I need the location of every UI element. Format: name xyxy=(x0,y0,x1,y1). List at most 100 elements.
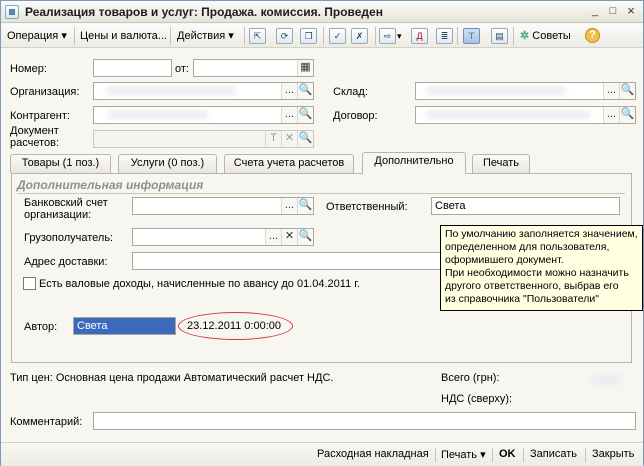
toolbar-separator xyxy=(457,27,458,45)
invoice-button[interactable]: Расходная накладная xyxy=(317,448,429,460)
organization-label: Организация: xyxy=(10,86,80,98)
tooltip-line: По умолчанию заполняется значением, xyxy=(445,228,638,240)
bank-account-field[interactable]: ... 🔍 xyxy=(132,197,314,215)
toolbar-separator xyxy=(244,27,245,45)
calendar-icon[interactable]: ▦ xyxy=(297,60,313,76)
select-button[interactable]: ... xyxy=(281,83,297,99)
date-field[interactable]: ▦ xyxy=(193,59,314,77)
text-type-icon[interactable]: T xyxy=(265,131,281,147)
bank-account-label: Банковский счет xyxy=(24,197,108,209)
search-icon[interactable]: 🔍 xyxy=(297,229,313,245)
clear-icon[interactable]: ✕ xyxy=(281,131,297,147)
actions-menu[interactable]: Действия ▾ xyxy=(177,28,234,44)
consignee-field[interactable]: ... ✕ 🔍 xyxy=(132,228,314,246)
comment-label: Комментарий: xyxy=(10,416,83,428)
refresh-icon[interactable]: ⟳ xyxy=(276,28,293,44)
chevron-down-icon: ▾ xyxy=(228,30,234,42)
contractor-field[interactable]: ... 🔍 xyxy=(93,106,314,124)
toolbar-separator xyxy=(170,27,171,45)
chevron-down-icon[interactable]: ▾ xyxy=(397,28,402,44)
tab-additional[interactable]: Дополнительно xyxy=(362,152,466,174)
based-on-icon[interactable]: ⇨ xyxy=(379,28,396,44)
select-button[interactable]: ... xyxy=(603,83,619,99)
payment-document-field[interactable]: T ✕ 🔍 xyxy=(93,130,314,148)
consignee-label: Грузополучатель: xyxy=(24,232,114,244)
number-field[interactable] xyxy=(93,59,172,77)
clear-icon[interactable]: ✕ xyxy=(281,229,297,245)
author-field[interactable]: Света xyxy=(73,317,176,335)
search-icon[interactable]: 🔍 xyxy=(619,107,635,123)
tooltip-line: определенном для пользователя, xyxy=(445,241,610,253)
tab-goods[interactable]: Товары (1 поз.) xyxy=(10,154,111,173)
dt-kt-icon[interactable]: Д xyxy=(411,28,428,44)
responsible-tooltip: По умолчанию заполняется значением, опре… xyxy=(440,225,643,311)
ok-button[interactable]: OK xyxy=(499,448,516,460)
maximize-button[interactable]: □ xyxy=(605,4,621,19)
search-icon[interactable]: 🔍 xyxy=(297,198,313,214)
search-icon[interactable]: 🔍 xyxy=(297,107,313,123)
post-document-icon[interactable]: ✓ xyxy=(329,28,346,44)
print-menu[interactable]: Печать ▾ xyxy=(441,448,486,461)
search-icon[interactable]: 🔍 xyxy=(297,83,313,99)
author-label: Автор: xyxy=(24,321,58,333)
tooltip-line: При необходимости можно назначить xyxy=(445,267,629,279)
open-icon[interactable]: ⇱ xyxy=(249,28,266,44)
save-button[interactable]: Записать xyxy=(530,448,577,460)
bottom-button-bar: Расходная накладная Печать ▾ OK Записать… xyxy=(1,442,643,466)
organization-field[interactable]: ... 🔍 xyxy=(93,82,314,100)
contractor-label: Контрагент: xyxy=(10,110,70,122)
close-button[interactable]: × xyxy=(623,4,639,19)
warehouse-label: Склад: xyxy=(333,86,368,98)
tab-print[interactable]: Печать xyxy=(472,154,530,173)
operation-menu-label: Операция xyxy=(7,30,59,42)
search-icon[interactable]: 🔍 xyxy=(297,131,313,147)
number-label: Номер: xyxy=(10,63,47,75)
delivery-address-label: Адрес доставки: xyxy=(24,256,108,268)
chevron-down-icon: ▾ xyxy=(480,449,486,461)
bottom-separator xyxy=(585,448,586,462)
select-button[interactable]: ... xyxy=(265,229,281,245)
advice-button[interactable]: ✲ Советы xyxy=(520,28,571,44)
gross-income-checkbox[interactable] xyxy=(23,277,36,290)
tooltip-line: оформившего документ. xyxy=(445,254,564,266)
toolbar-separator xyxy=(375,27,376,45)
close-form-button[interactable]: Закрыть xyxy=(592,448,634,460)
actions-menu-label: Действия xyxy=(177,30,226,42)
select-button[interactable]: ... xyxy=(281,107,297,123)
help-icon[interactable]: ? xyxy=(585,28,600,43)
redacted-value xyxy=(106,86,236,96)
payment-document-label: Документ xyxy=(10,125,59,137)
toolbar: Операция ▾ Цены и валюта... Действия ▾ ⇱… xyxy=(1,24,643,48)
minimize-button[interactable]: _ xyxy=(587,4,603,19)
toolbar-separator xyxy=(513,27,514,45)
prices-currency-button[interactable]: Цены и валюта... xyxy=(80,28,167,44)
operation-menu[interactable]: Операция ▾ xyxy=(7,28,67,44)
comment-field[interactable] xyxy=(93,412,636,430)
section-title: Дополнительная информация xyxy=(17,178,204,192)
redacted-value xyxy=(426,110,591,120)
search-icon[interactable]: 🔍 xyxy=(619,83,635,99)
title-bar: Реализация товаров и услуг: Продажа. ком… xyxy=(1,1,643,23)
table-settings-icon[interactable]: ▤ xyxy=(491,28,508,44)
toolbar-separator xyxy=(74,27,75,45)
tab-services[interactable]: Услуги (0 поз.) xyxy=(118,154,217,173)
print-menu-label: Печать xyxy=(441,449,478,461)
annotation-ellipse xyxy=(178,312,293,340)
contract-field[interactable]: ... 🔍 xyxy=(415,106,636,124)
select-button[interactable]: ... xyxy=(281,198,297,214)
structure-icon[interactable]: ⊤ xyxy=(463,28,480,44)
copy-icon[interactable]: ❐ xyxy=(300,28,317,44)
tab-settlement-accounts[interactable]: Счета учета расчетов xyxy=(224,154,354,173)
redacted-value xyxy=(108,110,208,120)
warehouse-field[interactable]: ... 🔍 xyxy=(415,82,636,100)
journal-icon[interactable]: ≣ xyxy=(436,28,453,44)
select-button[interactable]: ... xyxy=(603,107,619,123)
unpost-document-icon[interactable]: ✗ xyxy=(351,28,368,44)
contract-label: Договор: xyxy=(333,110,378,122)
bottom-separator xyxy=(523,448,524,462)
gross-income-label: Есть валовые доходы, начисленные по аван… xyxy=(39,278,360,290)
responsible-field[interactable]: Света xyxy=(431,197,620,215)
payment-document-label-2: расчетов: xyxy=(10,137,60,149)
tooltip-line: другого ответственного, выбрав его xyxy=(445,280,619,292)
document-window: Реализация товаров и услуг: Продажа. ком… xyxy=(0,0,644,466)
